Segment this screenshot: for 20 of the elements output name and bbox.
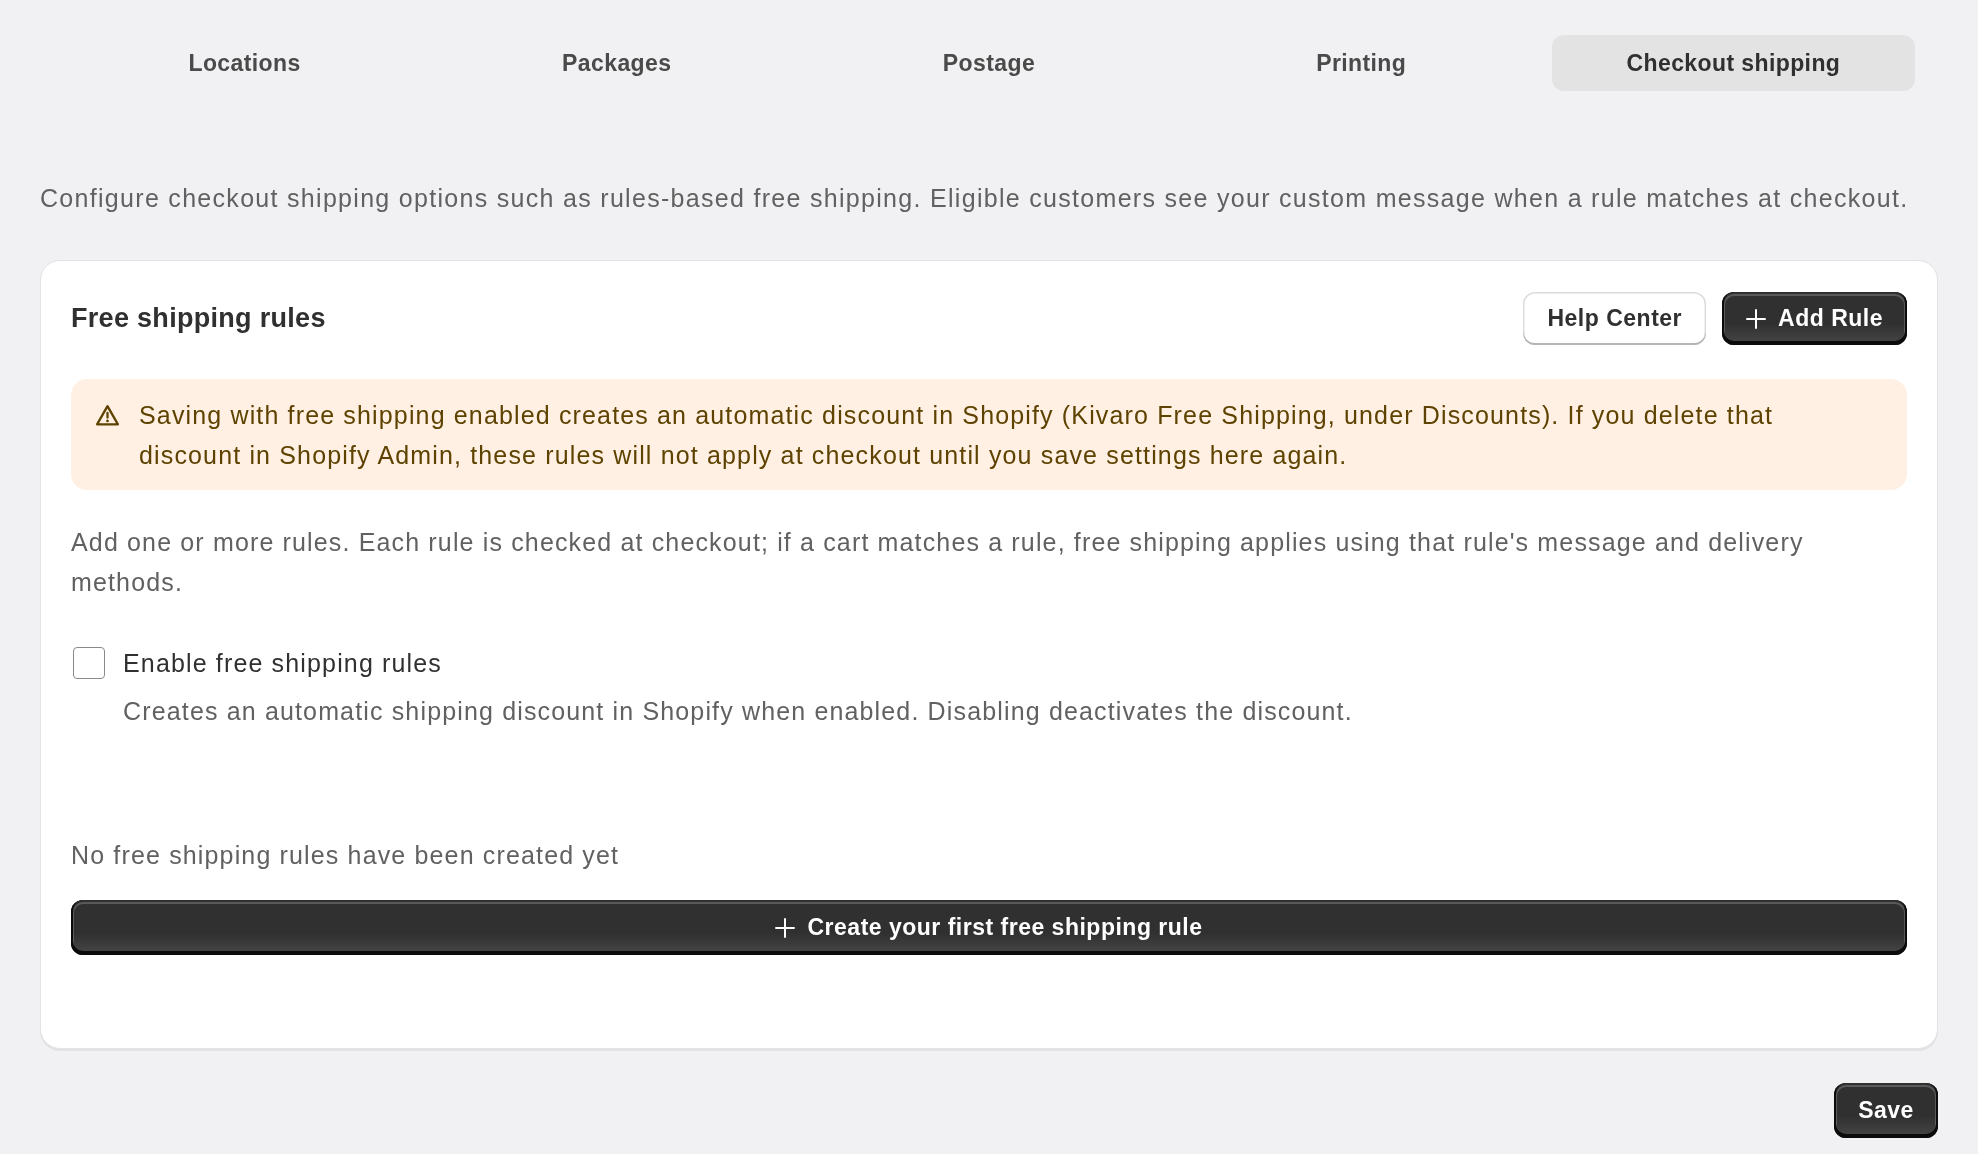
empty-state-text: No free shipping rules have been created yet: [71, 840, 621, 871]
warning-icon: [95, 403, 120, 428]
tab[interactable]: Packages: [435, 35, 799, 91]
tab[interactable]: Locations: [63, 35, 427, 91]
enable-checkbox[interactable]: [73, 647, 105, 679]
rules-intro-text: Add one or more rules. Each rule is checked at checkout; if a cart matches a rule, free shipping applies using that rule's message and delivery methods.: [71, 527, 1805, 598]
enable-rules-label: Enable free shipping rules: [123, 648, 443, 679]
warning-text: Saving with free shipping enabled creates an automatic discount in Shopify (Kivaro Free Shipping, under Discounts). If you delete that discount in Shopify Admin, these rules will not apply at checkout until you save settings here again.: [139, 400, 1775, 471]
save-button[interactable]: Save: [1834, 1083, 1938, 1138]
tab[interactable]: Checkout shipping: [1551, 35, 1915, 91]
page-description: Configure checkout shipping options such as rules-based free shipping. Eligible customers see your custom message when a rule matches at checkout.: [40, 183, 1910, 213]
card-title: Free shipping rules: [71, 302, 326, 335]
create-rule-button[interactable]: Create your first free shipping rule: [71, 900, 1907, 955]
plus-icon: [1746, 308, 1767, 329]
tab[interactable]: Printing: [1179, 35, 1543, 91]
tab[interactable]: Postage: [807, 35, 1171, 91]
help-center-button[interactable]: Help Center: [1523, 292, 1707, 345]
plus-icon: [775, 917, 796, 938]
add-rule-button[interactable]: Add Rule: [1722, 292, 1907, 345]
checkbox-help-text: Creates an automatic shipping discount in Shopify when enabled. Disabling deactivates the discount.: [123, 696, 1353, 727]
